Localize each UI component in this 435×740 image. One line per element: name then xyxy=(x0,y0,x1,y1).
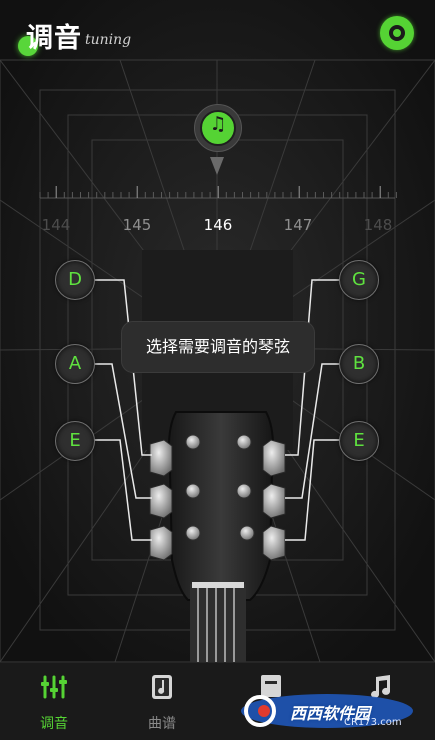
current-scale-value: 146 xyxy=(203,216,233,234)
nav-tab-label: 调音 xyxy=(40,716,68,732)
nav-tab-label: 曲谱 xyxy=(148,716,176,732)
tuner-sliders-icon xyxy=(41,675,67,699)
page-title: 调音 xyxy=(26,23,82,54)
music-note-icon: ♫ xyxy=(209,113,227,135)
scale-value: 144 xyxy=(41,216,71,234)
pitch-needle xyxy=(210,157,224,175)
scale-value: 147 xyxy=(283,216,313,234)
page-subtitle: tuning xyxy=(85,32,132,48)
music-note-button[interactable]: ♫ xyxy=(194,104,242,152)
nav-tab-tuner[interactable]: 调音 xyxy=(0,663,108,740)
nav-tab-score[interactable]: 曲谱 xyxy=(108,663,216,740)
tuner-screen: 调音 tuning ♫ 144 145 146 147 148 D A E G … xyxy=(0,0,435,740)
site-watermark: 西西软件园 CR173.com xyxy=(238,692,416,730)
guitar-headstock xyxy=(167,411,275,601)
scale-value: 145 xyxy=(122,216,152,234)
score-book-icon xyxy=(152,675,172,699)
string-button-g[interactable]: G xyxy=(339,260,379,300)
string-button-a[interactable]: A xyxy=(55,344,95,384)
string-button-low-e[interactable]: E xyxy=(55,421,95,461)
string-button-b[interactable]: B xyxy=(339,344,379,384)
select-string-hint: 选择需要调音的琴弦 xyxy=(121,321,315,373)
settings-gear-icon[interactable] xyxy=(380,16,414,50)
string-button-high-e[interactable]: E xyxy=(339,421,379,461)
string-button-d[interactable]: D xyxy=(55,260,95,300)
scale-value: 148 xyxy=(363,216,393,234)
watermark-url: CR173.com xyxy=(344,717,402,728)
